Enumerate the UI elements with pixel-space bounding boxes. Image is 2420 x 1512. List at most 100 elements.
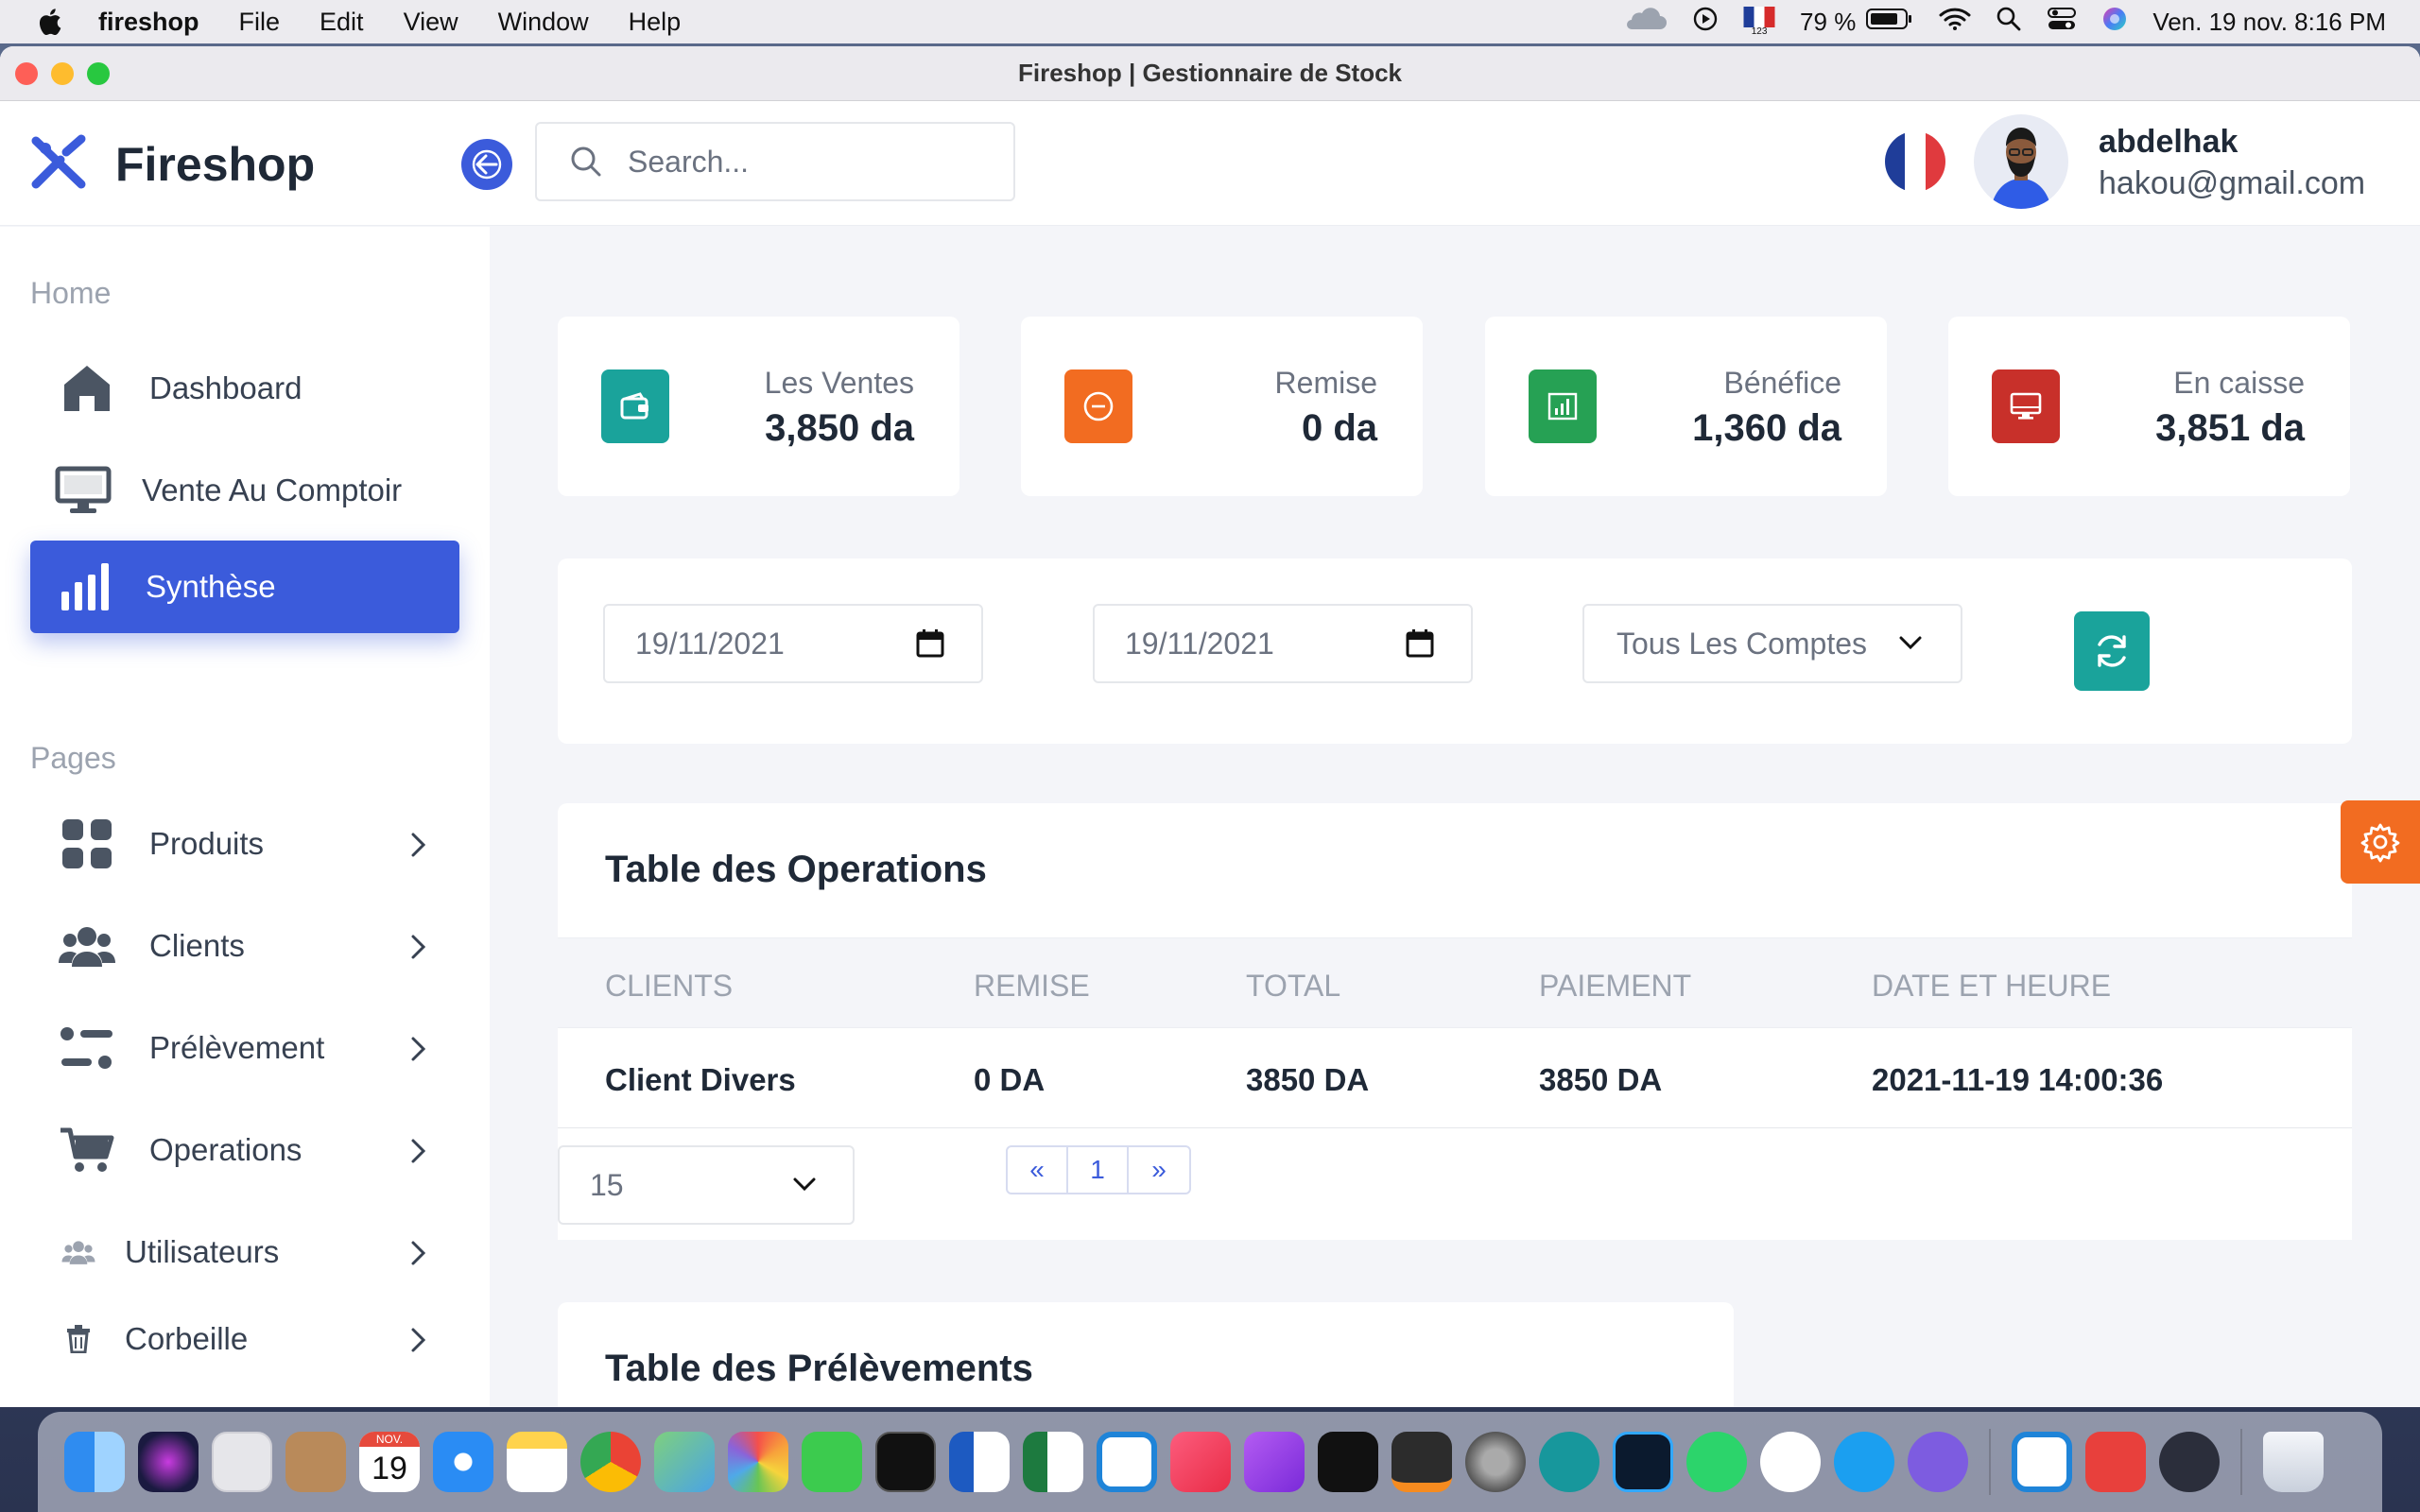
photos-icon[interactable] [728,1432,788,1492]
viber-icon[interactable] [1908,1432,1968,1492]
rows-per-page-select[interactable]: 15 [558,1145,855,1225]
apple-tv-icon[interactable] [1318,1432,1378,1492]
music-icon[interactable] [1170,1432,1231,1492]
cell-client: Client Divers [605,1062,796,1097]
launchpad-icon[interactable] [212,1432,272,1492]
cloud-icon[interactable] [1620,7,1668,38]
language-flag-icon[interactable] [1885,131,1945,192]
search-input[interactable] [628,144,987,180]
home-icon [59,360,115,417]
sidebar-item-produits[interactable]: Produits [30,798,459,890]
chevron-right-icon [411,1037,426,1061]
chrome-icon[interactable] [580,1432,641,1492]
sidebar-item-prelevement[interactable]: Prélèvement [30,1002,459,1094]
date-from-input[interactable]: 19/11/2021 [603,604,983,683]
sidebar-item-synthese[interactable]: Synthèse [30,541,459,633]
brand[interactable]: Fireshop [28,131,315,197]
sidebar-item-label: Produits [149,826,265,861]
sidebar-item-utilisateurs[interactable]: Utilisateurs [30,1206,459,1298]
date-to-value: 19/11/2021 [1125,626,1274,661]
menu-edit[interactable]: Edit [320,8,364,37]
search-icon [571,146,601,177]
podcasts-icon[interactable] [1244,1432,1305,1492]
app-window: Fireshop | Gestionnaire de Stock Firesho… [0,46,2420,1407]
facetime-icon[interactable] [802,1432,862,1492]
shopping-cart-icon [59,1122,115,1178]
sidebar-item-label: Dashboard [149,370,302,405]
battery-icon[interactable] [1865,7,1914,38]
pagination-page-1[interactable]: 1 [1068,1147,1129,1193]
skype-icon[interactable] [1834,1432,1894,1492]
calendar-month-label: NOV. [359,1432,420,1447]
chevron-right-icon [411,1139,426,1163]
minimize-window-button[interactable] [51,62,74,85]
sidebar-item-label: Synthèse [146,569,276,604]
column-header-paiement[interactable]: PAIEMENT [1539,969,1691,1004]
wifi-icon[interactable] [1939,7,1971,38]
excel-icon[interactable] [1023,1432,1083,1492]
photoshop-icon[interactable] [1613,1432,1673,1492]
sidebar-item-clients[interactable]: Clients [30,900,459,992]
sidebar-item-dashboard[interactable]: Dashboard [30,342,459,435]
zoom-window-button[interactable] [87,62,110,85]
electron-icon[interactable] [2159,1432,2220,1492]
column-header-clients[interactable]: CLIENTS [605,969,733,1004]
user-name[interactable]: abdelhak [2099,124,2238,161]
operations-table-card: Table des Operations CLIENTS REMISE TOTA… [558,803,2352,1240]
vscode-icon[interactable] [1097,1432,1157,1492]
spotlight-icon[interactable] [1996,6,2022,39]
date-to-input[interactable]: 19/11/2021 [1093,604,1473,683]
sidebar-item-corbeille[interactable]: Corbeille [30,1293,459,1385]
sliders-icon [59,1020,115,1076]
column-header-date-et-heure[interactable]: DATE ET HEURE [1872,969,2111,1004]
pagination: « 1 » [1006,1145,1191,1194]
play-circle-icon[interactable] [1692,6,1719,39]
sidebar-item-vente-au-comptoir[interactable]: Vente Au Comptoir [30,444,459,537]
close-window-button[interactable] [15,62,38,85]
word-icon[interactable] [949,1432,1010,1492]
pagination-prev-button[interactable]: « [1008,1147,1068,1193]
sidebar-section-home: Home [30,276,112,310]
trash-bin-icon[interactable] [2263,1432,2324,1492]
menu-file[interactable]: File [239,8,281,37]
menu-view[interactable]: View [404,8,458,37]
settings-button[interactable] [2341,800,2420,884]
system-preferences-icon[interactable] [1465,1432,1526,1492]
calendar-icon[interactable] [1405,628,1435,659]
menubar-clock[interactable]: Ven. 19 nov. 8:16 PM [2152,8,2386,37]
arduino-icon[interactable] [1539,1432,1599,1492]
window-title: Fireshop | Gestionnaire de Stock [1017,59,1403,87]
siri-icon[interactable] [2101,6,2128,39]
calendar-icon[interactable] [915,628,945,659]
siri-app-icon[interactable] [138,1432,199,1492]
avatar[interactable] [1974,114,2068,209]
column-header-remise[interactable]: REMISE [974,969,1090,1004]
terminal-icon[interactable] [875,1432,936,1492]
anydesk-icon[interactable] [2085,1432,2146,1492]
finder-icon[interactable] [64,1432,125,1492]
account-select[interactable]: Tous Les Comptes [1582,604,1962,683]
menu-window[interactable]: Window [498,8,589,37]
pagination-next-button[interactable]: » [1129,1147,1189,1193]
dock-separator [2240,1429,2242,1495]
safari-icon[interactable] [433,1432,493,1492]
window-titlebar[interactable]: Fireshop | Gestionnaire de Stock [0,46,2420,101]
collapse-sidebar-button[interactable] [461,139,512,190]
apple-icon[interactable] [36,8,62,36]
notes-icon[interactable] [507,1432,567,1492]
sidebar-item-operations[interactable]: Operations [30,1104,459,1196]
sublime-text-icon[interactable] [1392,1432,1452,1492]
column-header-total[interactable]: TOTAL [1246,969,1340,1004]
table-row[interactable]: Client Divers 0 DA 3850 DA 3850 DA 2021-… [558,1028,2352,1128]
input-source-flag-icon[interactable]: 123 [1743,7,1775,37]
whatsapp-icon[interactable] [1686,1432,1747,1492]
vscode-insiders-icon[interactable] [2012,1432,2072,1492]
maps-icon[interactable] [654,1432,715,1492]
contacts-icon[interactable] [285,1432,346,1492]
calendar-app-icon[interactable]: NOV. 19 [359,1432,420,1492]
menu-help[interactable]: Help [629,8,682,37]
xcode-icon[interactable] [1760,1432,1821,1492]
menu-app-name[interactable]: fireshop [98,8,199,37]
control-center-icon[interactable] [2047,6,2077,39]
refresh-button[interactable] [2074,611,2150,691]
